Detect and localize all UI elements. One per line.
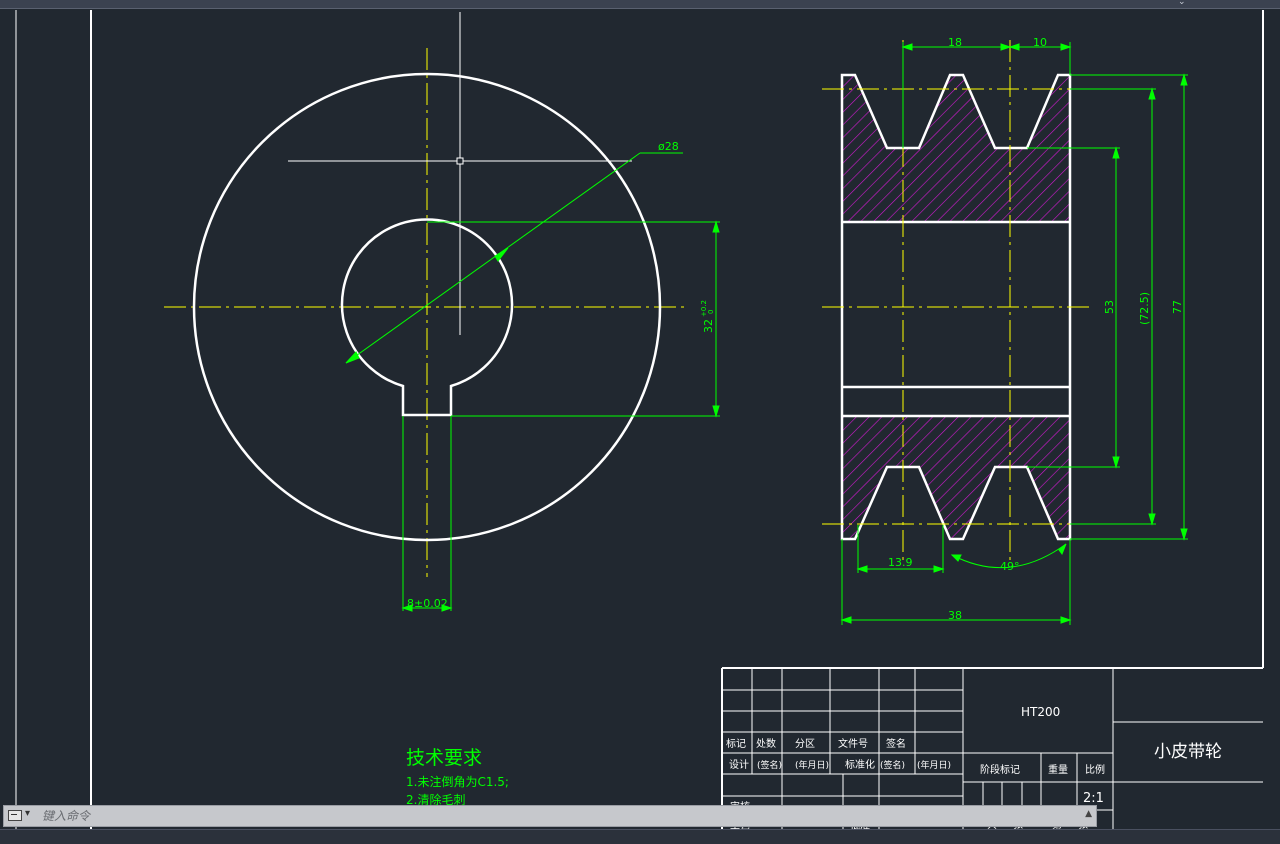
dim-groove-pitch: 18: [948, 36, 962, 49]
dim-d53: 53: [1103, 300, 1116, 314]
front-view: [164, 12, 685, 577]
tb-h-date2: (年月日): [917, 759, 951, 771]
tb-h-scale: 比例: [1085, 763, 1105, 776]
tech-title: 技术要求: [406, 747, 482, 769]
hatch-bottom: [842, 416, 1070, 539]
tb-h-sign: 签名: [886, 737, 906, 750]
tb-h-weight: 重量: [1048, 763, 1068, 776]
front-centerlines: [164, 48, 685, 577]
scroll-up-icon[interactable]: ▲: [1085, 809, 1092, 819]
status-bar: [0, 829, 1280, 844]
drawing-frame: [15, 10, 1264, 829]
tb-h-doc: 文件号: [838, 737, 868, 750]
bore-with-keyway: [340, 218, 514, 417]
section-view: [822, 40, 1092, 560]
dim-d32-tol-low: 0: [707, 310, 715, 314]
cursor-crosshair: [288, 12, 632, 335]
chevron-down-icon[interactable]: ▾: [25, 808, 30, 819]
tb-h-design: 设计: [729, 758, 749, 771]
dim-d77: 77: [1171, 300, 1184, 314]
chevron-down-icon[interactable]: ⌄: [1178, 0, 1186, 7]
tech-line1: 1.未注倒角为C1.5;: [406, 774, 509, 789]
command-line-icon[interactable]: [8, 810, 22, 821]
dim-d28: ø28: [658, 140, 679, 153]
tb-h-sign2: (签名): [757, 759, 782, 771]
dim-d32: 32: [702, 319, 715, 333]
tb-h-std: 标准化: [845, 758, 875, 771]
dim-groove-bottom: 13.9: [888, 556, 913, 569]
top-toolbar-strip: ⌄: [0, 0, 1280, 9]
command-input[interactable]: 键入命令: [42, 807, 90, 825]
drawing-canvas[interactable]: ø28 32 +0.2 0 8±0.02 18 10 53 (72.5) 77 …: [0, 9, 1280, 829]
dim-key-width: 8±0.02: [407, 597, 448, 610]
dim-groove-top: 10: [1033, 36, 1047, 49]
tb-material: HT200: [1021, 705, 1060, 719]
tb-h-stage: 阶段标记: [980, 763, 1020, 776]
dim-angle: 49°: [1000, 560, 1020, 573]
command-line[interactable]: ▾ 键入命令 ▲: [3, 805, 1097, 827]
tb-scale: 2:1: [1083, 791, 1104, 806]
front-dimensions: [345, 152, 720, 612]
tb-h-zone: 分区: [795, 738, 815, 750]
dim-width: 38: [948, 609, 962, 622]
tb-h-count: 处数: [756, 737, 776, 750]
tb-part-name: 小皮带轮: [1154, 742, 1222, 762]
tb-h-date: (年月日): [795, 759, 829, 771]
dim-d72-5: (72.5): [1138, 292, 1151, 325]
section-dimensions: [840, 42, 1188, 625]
tb-h-sign3: (签名): [880, 759, 905, 771]
tb-h-mark: 标记: [726, 738, 746, 750]
